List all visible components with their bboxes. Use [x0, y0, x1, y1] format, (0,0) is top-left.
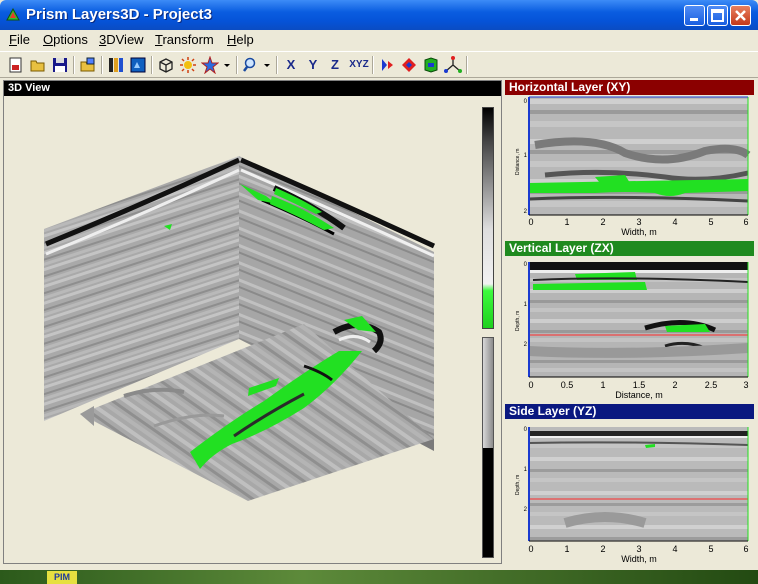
- depth-slider[interactable]: [482, 337, 494, 558]
- side-xtick: 6: [743, 544, 748, 554]
- toolbar-separator: [101, 56, 103, 74]
- toolbar-separator: [372, 56, 374, 74]
- minimize-button[interactable]: [684, 5, 705, 26]
- toolbar-separator: [276, 56, 278, 74]
- menu-bar: File Options 3DView Transform Help: [0, 30, 758, 50]
- vertical-xtick: 3: [743, 380, 748, 390]
- palette-icon[interactable]: [107, 56, 125, 74]
- close-button[interactable]: [730, 5, 751, 26]
- vertical-xtick: 2: [672, 380, 677, 390]
- vertical-xtick: 0.5: [561, 380, 574, 390]
- vertical-layer-title: Vertical Layer (ZX): [505, 241, 754, 256]
- side-xtick: 0: [528, 544, 533, 554]
- toolbar-separator: [151, 56, 153, 74]
- depth-slider-thumb[interactable]: [483, 338, 493, 448]
- view-3d-scene[interactable]: [4, 96, 501, 563]
- rotate-y-icon[interactable]: Y: [304, 56, 322, 74]
- tray-app-icon[interactable]: PIM: [47, 571, 77, 584]
- image-icon[interactable]: [129, 56, 147, 74]
- rotate-xyz-icon[interactable]: XYZ: [348, 56, 370, 74]
- save-disk-icon[interactable]: [51, 56, 69, 74]
- vertical-xtick: 1: [600, 380, 605, 390]
- axis-all-icon[interactable]: [444, 56, 462, 74]
- side-layer-plot[interactable]: 0 1 2 3 4 5 6 0 1 2 Depth, m Width, m: [505, 419, 754, 566]
- cube-view-icon[interactable]: [157, 56, 175, 74]
- app-icon: [6, 8, 20, 21]
- horizontal-xtick: 1: [564, 217, 569, 227]
- horizontal-xtick: 0: [528, 217, 533, 227]
- toolbar-separator: [236, 56, 238, 74]
- toolbar: X Y Z XYZ: [0, 51, 758, 78]
- axis-x-icon[interactable]: [378, 56, 396, 74]
- vertical-layer-panel: Vertical Layer (ZX) 0 0.5 1 1.5 2 2.5 3 …: [505, 241, 754, 401]
- maximize-icon: [711, 9, 724, 22]
- horizontal-layer-xticks: 0 1 2 3 4 5 6: [528, 217, 748, 227]
- horizontal-layer-plot[interactable]: 0 1 2 3 4 5 6 0 1 2 Distance, m Width, m: [505, 95, 754, 238]
- open-folder-icon[interactable]: [29, 56, 47, 74]
- side-layer-title: Side Layer (YZ): [505, 404, 754, 419]
- horizontal-xlabel: Width, m: [621, 227, 657, 237]
- side-xtick: 5: [708, 544, 713, 554]
- menu-file[interactable]: File: [9, 32, 30, 47]
- side-xtick: 2: [600, 544, 605, 554]
- open-project-icon[interactable]: [79, 56, 97, 74]
- new-document-icon[interactable]: [7, 56, 25, 74]
- horizontal-layer-panel: Horizontal Layer (XY) 0 1 2 3 4 5 6 0 1 …: [505, 80, 754, 238]
- menu-help[interactable]: Help: [227, 32, 254, 47]
- toolbar-separator: [466, 56, 468, 74]
- vertical-xtick: 0: [528, 380, 533, 390]
- vertical-xlabel: Distance, m: [615, 390, 663, 400]
- vertical-ytick: 2: [524, 342, 528, 348]
- side-ytick: 2: [524, 507, 528, 513]
- axis-z-icon[interactable]: [422, 56, 440, 74]
- vertical-ytick: 0: [524, 262, 528, 268]
- horizontal-xtick: 2: [600, 217, 605, 227]
- rotate-x-icon[interactable]: X: [282, 56, 300, 74]
- side-layer-panel: Side Layer (YZ) 0 1 2 3 4 5 6 0 1 2 Dept…: [505, 404, 754, 566]
- view-3d-title: 3D View: [4, 81, 501, 96]
- menu-transform[interactable]: Transform: [155, 32, 214, 47]
- desktop-taskbar: [0, 570, 758, 584]
- horizontal-ylabel: Distance, m: [515, 149, 521, 175]
- axis-y-icon[interactable]: [400, 56, 418, 74]
- side-xtick: 1: [564, 544, 569, 554]
- side-ytick: 1: [524, 467, 528, 473]
- zoom-icon[interactable]: [242, 56, 260, 74]
- chevron-down-icon[interactable]: [222, 56, 232, 74]
- side-xtick: 4: [672, 544, 677, 554]
- menu-3dview[interactable]: 3DView: [99, 32, 144, 47]
- menu-options[interactable]: Options: [43, 32, 88, 47]
- side-ytick: 0: [524, 427, 528, 433]
- app-window: Prism Layers3D - Project3 File Options 3…: [0, 0, 758, 570]
- close-icon: [735, 10, 746, 21]
- vertical-ytick: 1: [524, 302, 528, 308]
- side-xtick: 3: [636, 544, 641, 554]
- minimize-icon: [690, 18, 698, 21]
- rotate-star-icon[interactable]: [201, 56, 219, 74]
- light-icon[interactable]: [179, 56, 197, 74]
- horizontal-xtick: 6: [743, 217, 748, 227]
- vertical-layer-plot[interactable]: 0 0.5 1 1.5 2 2.5 3 0 1 2 Depth, m Dista…: [505, 256, 754, 401]
- rotate-z-icon[interactable]: Z: [326, 56, 344, 74]
- horizontal-ytick: 1: [524, 153, 528, 159]
- vertical-ylabel: Depth, m: [515, 311, 521, 331]
- side-ylabel: Depth, m: [515, 475, 521, 495]
- color-scale-bar: [482, 107, 494, 329]
- vertical-xtick: 2.5: [705, 380, 718, 390]
- vertical-xtick: 1.5: [633, 380, 646, 390]
- title-bar[interactable]: Prism Layers3D - Project3: [0, 0, 758, 30]
- side-xlabel: Width, m: [621, 554, 657, 564]
- chevron-down-icon[interactable]: [262, 56, 272, 74]
- view-3d-panel[interactable]: 3D View: [3, 80, 502, 564]
- horizontal-ytick: 2: [524, 209, 528, 215]
- horizontal-ytick: 0: [524, 99, 528, 105]
- horizontal-layer-title: Horizontal Layer (XY): [505, 80, 754, 95]
- window-title: Prism Layers3D - Project3: [26, 6, 212, 23]
- horizontal-xtick: 5: [708, 217, 713, 227]
- horizontal-xtick: 4: [672, 217, 677, 227]
- horizontal-xtick: 3: [636, 217, 641, 227]
- maximize-button[interactable]: [707, 5, 728, 26]
- toolbar-separator: [73, 56, 75, 74]
